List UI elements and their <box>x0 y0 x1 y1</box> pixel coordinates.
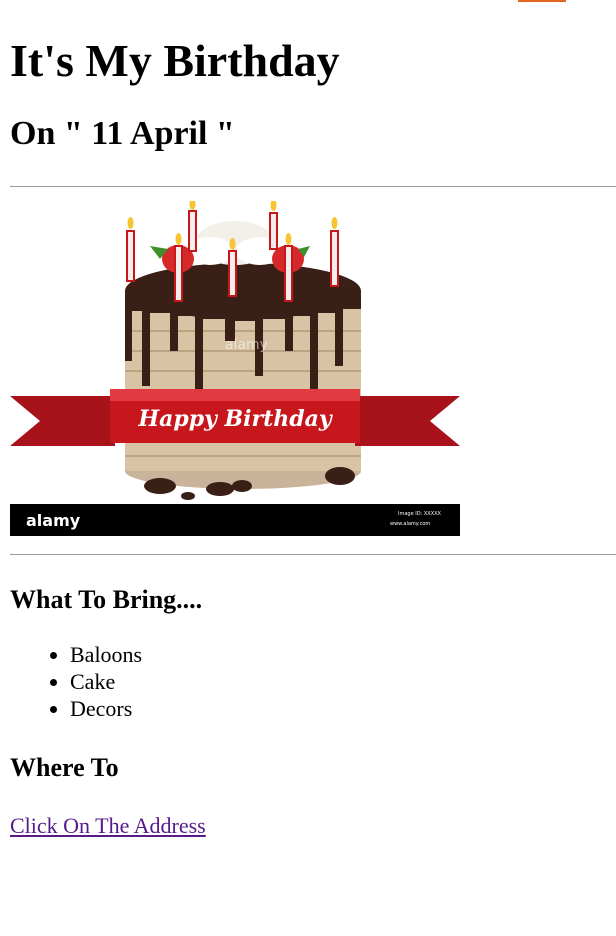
address-link[interactable]: Click On The Address <box>10 813 206 839</box>
list-item: Decors <box>70 695 606 722</box>
bring-list: Baloons Cake Decors <box>10 641 606 722</box>
divider-top <box>10 186 616 187</box>
list-item: Baloons <box>70 641 606 668</box>
footer-brand: alamy <box>26 511 81 530</box>
bring-heading: What To Bring.... <box>10 585 203 614</box>
list-item: Cake <box>70 668 606 695</box>
page-content: It's My Birthday On " 11 April " Happy B… <box>0 0 616 839</box>
footer-url: www.alamy.com <box>390 521 430 527</box>
top-accent-bar <box>518 0 566 2</box>
divider-bottom <box>10 554 616 555</box>
happy-birthday-ribbon: Happy Birthday <box>10 389 460 446</box>
date-heading: On " 11 April " <box>10 115 235 152</box>
footer-code: Image ID: XXXXX <box>398 511 442 517</box>
page-title: It's My Birthday <box>10 35 340 86</box>
where-heading: Where To <box>10 753 119 782</box>
watermark-text: alamy <box>225 337 268 353</box>
birthday-cake-image: Happy Birthday alamy alamy Image ID: XXX… <box>10 198 460 536</box>
ribbon-text: Happy Birthday <box>137 406 334 432</box>
